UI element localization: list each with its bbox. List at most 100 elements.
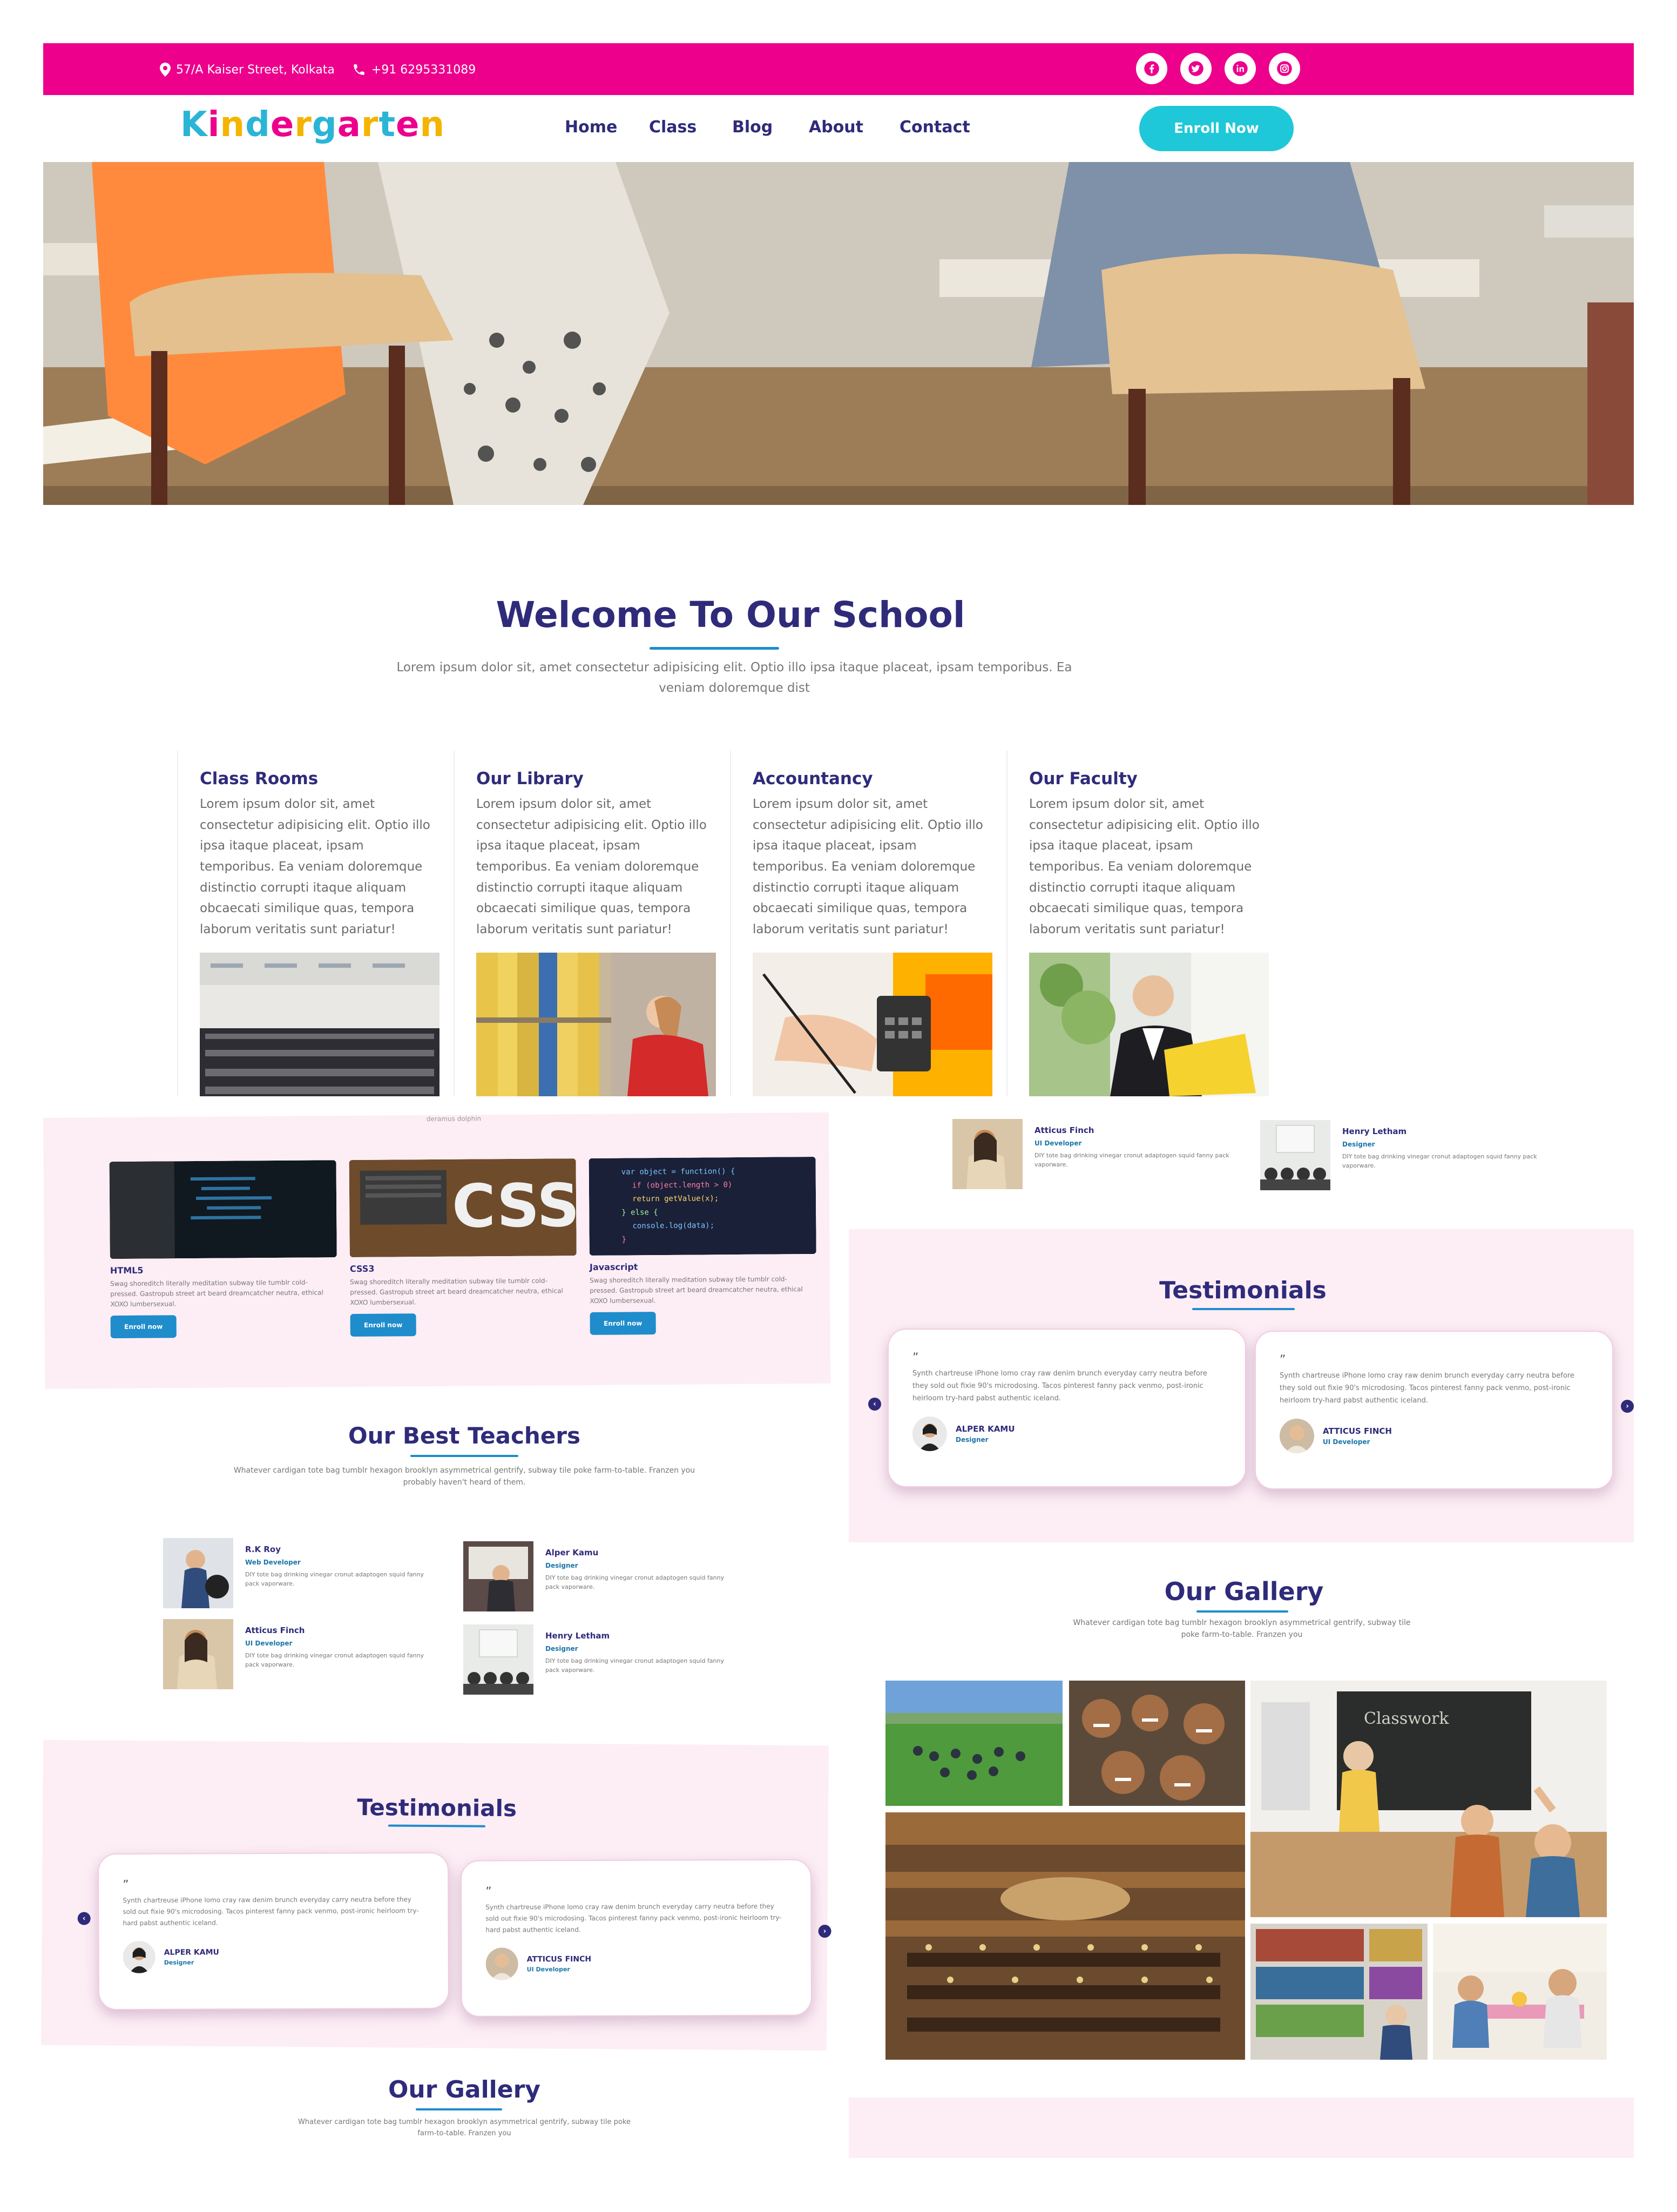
course-title: HTML5 <box>110 1265 144 1276</box>
feature-card: Our Faculty Lorem ipsum dolor sit, amet … <box>1006 751 1283 1096</box>
teacher-name: Atticus Finch <box>1034 1125 1094 1135</box>
feature-text: Lorem ipsum dolor sit, amet consectetur … <box>476 797 707 936</box>
teacher-role: UI Developer <box>1034 1139 1082 1147</box>
library-image <box>476 953 716 1096</box>
gallery-image-kids[interactable] <box>1069 1681 1245 1806</box>
teacher-role: Designer <box>545 1562 578 1569</box>
courses-section: deramus dolphin HTML5 Swag shoreditch li… <box>43 1112 831 1389</box>
testimonial-card: ” Synth chartreuse iPhone lomo cray raw … <box>460 1859 812 2017</box>
twitter-icon[interactable] <box>1180 53 1212 84</box>
teacher-text: DIY tote bag drinking vinegar cronut ada… <box>545 1657 725 1674</box>
enroll-button[interactable]: Enroll now <box>110 1314 177 1338</box>
gallery-image-library-hall[interactable] <box>885 1812 1245 2060</box>
teacher-name: R.K Roy <box>245 1545 281 1554</box>
testimonial-text: Synth chartreuse iPhone lomo cray raw de… <box>912 1370 1207 1402</box>
gallery-image-playground[interactable] <box>885 1681 1063 1806</box>
testimonial-avatar <box>123 1940 155 1973</box>
testimonial-card: ” Synth chartreuse iPhone lomo cray raw … <box>1255 1331 1613 1489</box>
feature-cards: Class Rooms Lorem ipsum dolor sit, amet … <box>177 751 1283 1096</box>
logo-letter: e <box>270 105 295 145</box>
gallery-image-bookshelf[interactable] <box>1250 1924 1428 2060</box>
feature-title: Class Rooms <box>200 769 319 788</box>
feature-card: Our Library Lorem ipsum dolor sit, amet … <box>454 751 730 1096</box>
teacher-role: Designer <box>545 1645 578 1653</box>
main-nav: Home Class Blog About Contact <box>565 118 970 137</box>
social-links <box>1136 53 1300 84</box>
teacher-photo <box>1260 1120 1330 1190</box>
enroll-button[interactable]: Enroll now <box>590 1311 656 1335</box>
teacher-name: Atticus Finch <box>245 1626 305 1635</box>
nav-contact[interactable]: Contact <box>900 118 970 137</box>
teacher-text: DIY tote bag drinking vinegar cronut ada… <box>245 1571 424 1587</box>
testimonials-section-right: Testimonials ‹ › ” Synth chartreuse iPho… <box>849 1229 1634 1542</box>
linkedin-icon[interactable] <box>1225 53 1256 84</box>
svg-text:} else {: } else { <box>621 1208 658 1217</box>
prev-arrow[interactable]: ‹ <box>868 1398 881 1411</box>
site-logo[interactable]: Kindergarten <box>180 105 445 145</box>
testimonial-card: ” Synth chartreuse iPhone lomo cray raw … <box>98 1852 450 2011</box>
teacher-photo <box>163 1538 233 1608</box>
testimonial-name: ATTICUS FINCH <box>526 1954 592 1964</box>
instagram-icon[interactable] <box>1269 53 1300 84</box>
feature-title: Our Library <box>476 769 584 788</box>
nav-blog[interactable]: Blog <box>732 118 809 137</box>
feature-title: Accountancy <box>753 769 873 788</box>
enroll-now-button[interactable]: Enroll Now <box>1139 106 1294 151</box>
feature-card: Class Rooms Lorem ipsum dolor sit, amet … <box>177 751 454 1096</box>
phone-icon <box>354 64 364 75</box>
gallery-image-kids-table[interactable] <box>1433 1924 1607 2060</box>
prev-arrow[interactable]: ‹ <box>77 1912 91 1925</box>
teachers-title-our: Our <box>348 1422 395 1449</box>
svg-text:return getValue(x);: return getValue(x); <box>632 1194 719 1203</box>
welcome-underline <box>650 647 779 650</box>
next-arrow[interactable]: › <box>818 1925 831 1938</box>
teacher-photo <box>463 1541 533 1611</box>
testimonial-card: ” Synth chartreuse iPhone lomo cray raw … <box>888 1328 1246 1487</box>
nav-class[interactable]: Class <box>649 118 732 137</box>
testimonial-role: Designer <box>164 1959 194 1966</box>
gallery-text-left: Whatever cardigan tote bag tumblr hexago… <box>298 2118 631 2137</box>
teacher-text: DIY tote bag drinking vinegar cronut ada… <box>1034 1152 1229 1168</box>
testimonial-avatar <box>1280 1419 1314 1454</box>
accountancy-image <box>753 953 992 1096</box>
teacher-text: DIY tote bag drinking vinegar cronut ada… <box>1342 1153 1537 1169</box>
course-text: Swag shoreditch literally meditation sub… <box>110 1278 323 1309</box>
nav-about[interactable]: About <box>809 118 900 137</box>
next-arrow[interactable]: › <box>1621 1400 1634 1413</box>
teacher-item: Henry Letham Designer DIY tote bag drinkin… <box>463 1624 749 1695</box>
teacher-item: R.K Roy Web Developer DIY tote bag drinkin… <box>163 1538 449 1608</box>
svg-text:var object = function() {: var object = function() { <box>621 1167 735 1176</box>
testimonial-text: Synth chartreuse iPhone lomo cray raw de… <box>1280 1372 1574 1405</box>
course-card: var object = function() {if (object.leng… <box>589 1157 817 1335</box>
faculty-image <box>1029 953 1269 1096</box>
testimonial-name: ALPER KAMU <box>956 1424 1015 1434</box>
testimonial-text: Synth chartreuse iPhone lomo cray raw de… <box>485 1902 782 1934</box>
teachers-underline <box>410 1455 518 1457</box>
teacher-photo <box>163 1619 233 1689</box>
welcome-title: Welcome To Our School <box>496 594 965 636</box>
feature-title: Our Faculty <box>1029 769 1138 788</box>
gallery-title-left: Our Gallery <box>388 2076 540 2103</box>
teacher-role: Web Developer <box>245 1559 301 1566</box>
teacher-photo <box>463 1624 533 1695</box>
gallery-title: Our Gallery <box>1164 1577 1324 1606</box>
teacher-item: Alper Kamu Designer DIY tote bag drinking … <box>463 1541 749 1611</box>
gallery-underline-left <box>416 2108 502 2110</box>
feature-text: Lorem ipsum dolor sit, amet consectetur … <box>200 797 430 936</box>
testimonial-avatar <box>485 1947 518 1980</box>
teacher-text: DIY tote bag drinking vinegar cronut ada… <box>245 1652 424 1668</box>
course-title: Javascript <box>589 1262 638 1272</box>
quote-mark: ” <box>485 1885 492 1899</box>
testimonials-underline <box>388 1824 485 1827</box>
logo-letter: n <box>420 105 445 145</box>
gallery-image-classroom[interactable]: Classwork <box>1250 1681 1607 1917</box>
html5-image <box>109 1160 337 1259</box>
testimonials-underline <box>1192 1308 1295 1310</box>
quote-mark: ” <box>1280 1353 1286 1367</box>
testimonial-name: ATTICUS FINCH <box>1323 1426 1392 1437</box>
facebook-icon[interactable] <box>1136 53 1167 84</box>
teacher-text: DIY tote bag drinking vinegar cronut ada… <box>545 1574 725 1590</box>
enroll-button[interactable]: Enroll now <box>350 1313 416 1337</box>
nav-home[interactable]: Home <box>565 118 649 137</box>
teacher-item: Atticus Finch UI Developer DIY tote bag dr… <box>163 1619 449 1689</box>
